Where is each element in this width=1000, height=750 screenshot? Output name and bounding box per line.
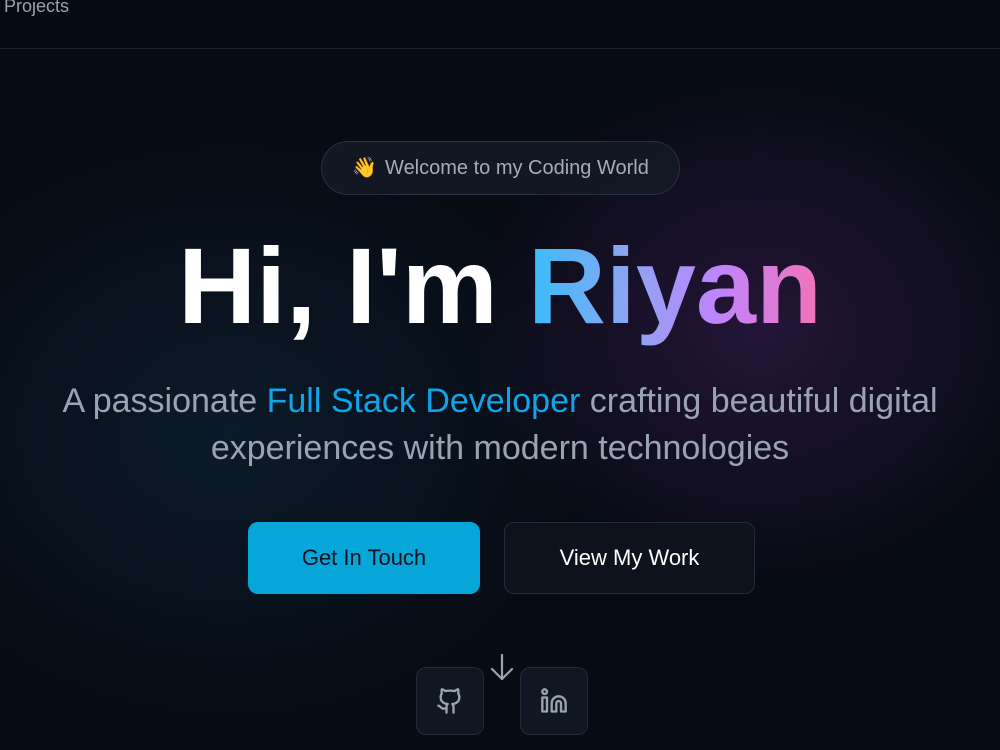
arrow-down-icon[interactable] [489, 653, 515, 683]
page: Projects 👋 Welcome to my Coding World Hi… [0, 0, 1000, 750]
hero-title-prefix: Hi, I'm [178, 225, 528, 346]
get-in-touch-button[interactable]: Get In Touch [248, 522, 480, 594]
hero-name: Riyan [527, 225, 822, 346]
waving-hand-icon: 👋 [352, 157, 378, 179]
welcome-text: Welcome to my Coding World [385, 156, 649, 179]
hero-subtitle: A passionate Full Stack Developer crafti… [20, 378, 980, 472]
subtitle-text-before: A passionate [62, 382, 267, 420]
view-my-work-button[interactable]: View My Work [504, 522, 755, 594]
nav-link-projects[interactable]: Projects [4, 0, 69, 17]
navbar: Projects [0, 0, 1000, 49]
subtitle-highlight: Full Stack Developer [266, 382, 581, 420]
linkedin-icon [541, 688, 567, 713]
linkedin-button[interactable] [520, 667, 588, 735]
github-button[interactable] [416, 667, 484, 735]
welcome-badge: 👋 Welcome to my Coding World [321, 141, 680, 195]
hero-title: Hi, I'm Riyan [0, 226, 1000, 346]
github-icon [437, 688, 461, 714]
